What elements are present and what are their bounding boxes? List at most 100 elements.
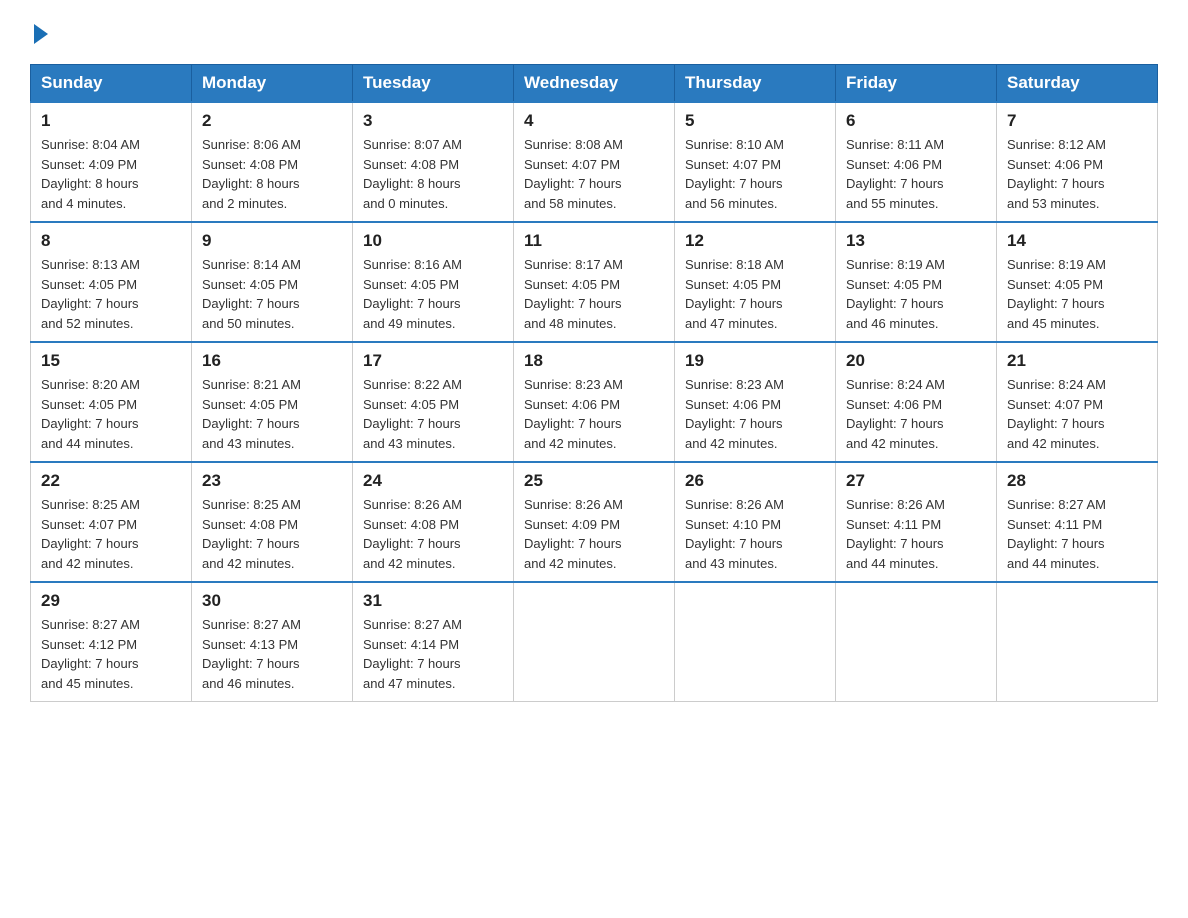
weekday-header-wednesday: Wednesday xyxy=(514,65,675,103)
weekday-header-saturday: Saturday xyxy=(997,65,1158,103)
day-info: Sunrise: 8:24 AMSunset: 4:06 PMDaylight:… xyxy=(846,375,986,453)
calendar-cell: 19 Sunrise: 8:23 AMSunset: 4:06 PMDayligh… xyxy=(675,342,836,462)
day-number: 25 xyxy=(524,471,664,491)
day-number: 15 xyxy=(41,351,181,371)
calendar-cell: 13 Sunrise: 8:19 AMSunset: 4:05 PMDayligh… xyxy=(836,222,997,342)
day-number: 2 xyxy=(202,111,342,131)
calendar-cell: 17 Sunrise: 8:22 AMSunset: 4:05 PMDayligh… xyxy=(353,342,514,462)
day-info: Sunrise: 8:14 AMSunset: 4:05 PMDaylight:… xyxy=(202,255,342,333)
day-number: 12 xyxy=(685,231,825,251)
calendar-cell: 28Sunrise: 8:27 AMSunset: 4:11 PMDayligh… xyxy=(997,462,1158,582)
day-info: Sunrise: 8:23 AMSunset: 4:06 PMDaylight:… xyxy=(685,375,825,453)
day-info: Sunrise: 8:25 AMSunset: 4:08 PMDaylight:… xyxy=(202,495,342,573)
calendar-cell: 18Sunrise: 8:23 AMSunset: 4:06 PMDayligh… xyxy=(514,342,675,462)
calendar-cell: 23 Sunrise: 8:25 AMSunset: 4:08 PMDayligh… xyxy=(192,462,353,582)
weekday-header-row: SundayMondayTuesdayWednesdayThursdayFrid… xyxy=(31,65,1158,103)
day-info: Sunrise: 8:06 AMSunset: 4:08 PMDaylight:… xyxy=(202,135,342,213)
day-info: Sunrise: 8:21 AMSunset: 4:05 PMDaylight:… xyxy=(202,375,342,453)
day-info: Sunrise: 8:12 AMSunset: 4:06 PMDaylight:… xyxy=(1007,135,1147,213)
day-number: 17 xyxy=(363,351,503,371)
day-info: Sunrise: 8:22 AMSunset: 4:05 PMDaylight:… xyxy=(363,375,503,453)
weekday-header-monday: Monday xyxy=(192,65,353,103)
day-info: Sunrise: 8:26 AMSunset: 4:09 PMDaylight:… xyxy=(524,495,664,573)
page-header xyxy=(30,20,1158,44)
day-number: 29 xyxy=(41,591,181,611)
day-info: Sunrise: 8:24 AMSunset: 4:07 PMDaylight:… xyxy=(1007,375,1147,453)
day-number: 28 xyxy=(1007,471,1147,491)
week-row-5: 29 Sunrise: 8:27 AMSunset: 4:12 PMDayligh… xyxy=(31,582,1158,702)
day-info: Sunrise: 8:26 AMSunset: 4:10 PMDaylight:… xyxy=(685,495,825,573)
day-info: Sunrise: 8:19 AMSunset: 4:05 PMDaylight:… xyxy=(1007,255,1147,333)
day-number: 14 xyxy=(1007,231,1147,251)
day-info: Sunrise: 8:16 AMSunset: 4:05 PMDaylight:… xyxy=(363,255,503,333)
day-number: 8 xyxy=(41,231,181,251)
calendar-cell: 11 Sunrise: 8:17 AMSunset: 4:05 PMDayligh… xyxy=(514,222,675,342)
calendar-cell: 21 Sunrise: 8:24 AMSunset: 4:07 PMDayligh… xyxy=(997,342,1158,462)
day-number: 13 xyxy=(846,231,986,251)
day-number: 21 xyxy=(1007,351,1147,371)
calendar-table: SundayMondayTuesdayWednesdayThursdayFrid… xyxy=(30,64,1158,702)
calendar-cell: 30 Sunrise: 8:27 AMSunset: 4:13 PMDayligh… xyxy=(192,582,353,702)
calendar-cell: 14 Sunrise: 8:19 AMSunset: 4:05 PMDayligh… xyxy=(997,222,1158,342)
day-number: 16 xyxy=(202,351,342,371)
day-info: Sunrise: 8:27 AMSunset: 4:14 PMDaylight:… xyxy=(363,615,503,693)
day-number: 10 xyxy=(363,231,503,251)
calendar-cell: 7 Sunrise: 8:12 AMSunset: 4:06 PMDaylight… xyxy=(997,102,1158,222)
day-info: Sunrise: 8:23 AMSunset: 4:06 PMDaylight:… xyxy=(524,375,664,453)
calendar-cell: 10 Sunrise: 8:16 AMSunset: 4:05 PMDayligh… xyxy=(353,222,514,342)
week-row-1: 1Sunrise: 8:04 AMSunset: 4:09 PMDaylight… xyxy=(31,102,1158,222)
calendar-cell: 9 Sunrise: 8:14 AMSunset: 4:05 PMDaylight… xyxy=(192,222,353,342)
day-number: 22 xyxy=(41,471,181,491)
weekday-header-thursday: Thursday xyxy=(675,65,836,103)
calendar-cell: 3Sunrise: 8:07 AMSunset: 4:08 PMDaylight… xyxy=(353,102,514,222)
calendar-cell xyxy=(514,582,675,702)
week-row-2: 8 Sunrise: 8:13 AMSunset: 4:05 PMDaylight… xyxy=(31,222,1158,342)
day-info: Sunrise: 8:04 AMSunset: 4:09 PMDaylight:… xyxy=(41,135,181,213)
calendar-cell: 8 Sunrise: 8:13 AMSunset: 4:05 PMDaylight… xyxy=(31,222,192,342)
calendar-cell xyxy=(836,582,997,702)
calendar-cell: 2 Sunrise: 8:06 AMSunset: 4:08 PMDaylight… xyxy=(192,102,353,222)
weekday-header-friday: Friday xyxy=(836,65,997,103)
day-number: 23 xyxy=(202,471,342,491)
day-info: Sunrise: 8:10 AMSunset: 4:07 PMDaylight:… xyxy=(685,135,825,213)
day-number: 24 xyxy=(363,471,503,491)
calendar-cell: 25 Sunrise: 8:26 AMSunset: 4:09 PMDayligh… xyxy=(514,462,675,582)
day-number: 30 xyxy=(202,591,342,611)
day-info: Sunrise: 8:07 AMSunset: 4:08 PMDaylight:… xyxy=(363,135,503,213)
calendar-cell xyxy=(997,582,1158,702)
day-info: Sunrise: 8:13 AMSunset: 4:05 PMDaylight:… xyxy=(41,255,181,333)
calendar-cell: 31Sunrise: 8:27 AMSunset: 4:14 PMDayligh… xyxy=(353,582,514,702)
day-number: 7 xyxy=(1007,111,1147,131)
day-info: Sunrise: 8:26 AMSunset: 4:11 PMDaylight:… xyxy=(846,495,986,573)
weekday-header-tuesday: Tuesday xyxy=(353,65,514,103)
day-number: 5 xyxy=(685,111,825,131)
day-number: 9 xyxy=(202,231,342,251)
day-number: 19 xyxy=(685,351,825,371)
day-number: 26 xyxy=(685,471,825,491)
calendar-cell: 26 Sunrise: 8:26 AMSunset: 4:10 PMDayligh… xyxy=(675,462,836,582)
calendar-cell: 1Sunrise: 8:04 AMSunset: 4:09 PMDaylight… xyxy=(31,102,192,222)
day-info: Sunrise: 8:19 AMSunset: 4:05 PMDaylight:… xyxy=(846,255,986,333)
day-number: 4 xyxy=(524,111,664,131)
day-info: Sunrise: 8:25 AMSunset: 4:07 PMDaylight:… xyxy=(41,495,181,573)
day-number: 11 xyxy=(524,231,664,251)
day-info: Sunrise: 8:18 AMSunset: 4:05 PMDaylight:… xyxy=(685,255,825,333)
day-info: Sunrise: 8:11 AMSunset: 4:06 PMDaylight:… xyxy=(846,135,986,213)
day-info: Sunrise: 8:27 AMSunset: 4:12 PMDaylight:… xyxy=(41,615,181,693)
weekday-header-sunday: Sunday xyxy=(31,65,192,103)
calendar-cell: 22 Sunrise: 8:25 AMSunset: 4:07 PMDayligh… xyxy=(31,462,192,582)
calendar-cell: 24Sunrise: 8:26 AMSunset: 4:08 PMDayligh… xyxy=(353,462,514,582)
calendar-cell: 29 Sunrise: 8:27 AMSunset: 4:12 PMDayligh… xyxy=(31,582,192,702)
day-info: Sunrise: 8:17 AMSunset: 4:05 PMDaylight:… xyxy=(524,255,664,333)
calendar-cell: 16 Sunrise: 8:21 AMSunset: 4:05 PMDayligh… xyxy=(192,342,353,462)
logo xyxy=(30,20,48,44)
day-info: Sunrise: 8:27 AMSunset: 4:13 PMDaylight:… xyxy=(202,615,342,693)
calendar-cell: 15Sunrise: 8:20 AMSunset: 4:05 PMDayligh… xyxy=(31,342,192,462)
day-info: Sunrise: 8:08 AMSunset: 4:07 PMDaylight:… xyxy=(524,135,664,213)
week-row-4: 22 Sunrise: 8:25 AMSunset: 4:07 PMDayligh… xyxy=(31,462,1158,582)
calendar-cell: 27 Sunrise: 8:26 AMSunset: 4:11 PMDayligh… xyxy=(836,462,997,582)
calendar-cell: 4 Sunrise: 8:08 AMSunset: 4:07 PMDaylight… xyxy=(514,102,675,222)
logo-arrow-icon xyxy=(34,24,48,44)
day-number: 27 xyxy=(846,471,986,491)
calendar-cell: 6Sunrise: 8:11 AMSunset: 4:06 PMDaylight… xyxy=(836,102,997,222)
